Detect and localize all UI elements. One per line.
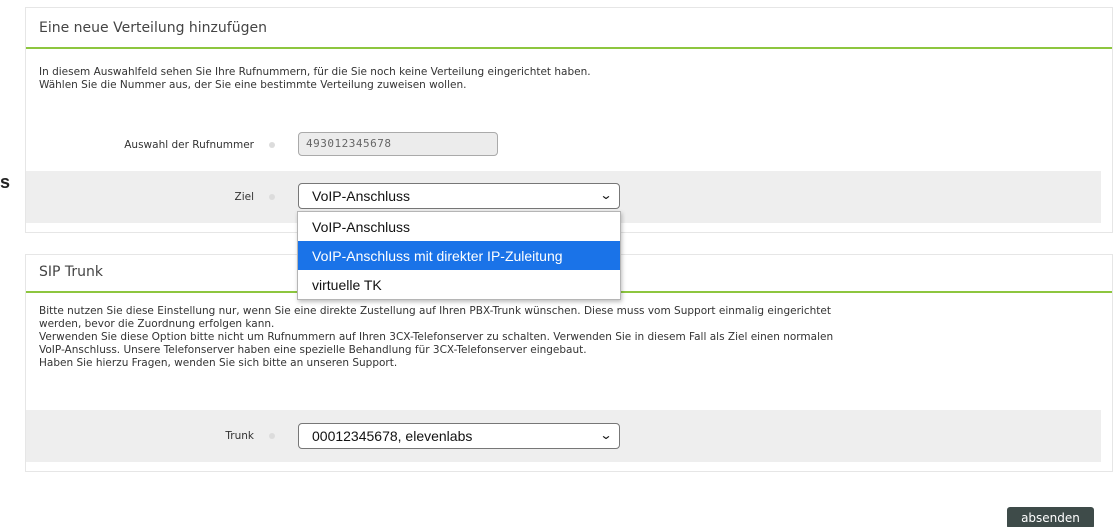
cropped-text-fragment: s <box>0 172 11 192</box>
description-line: VoIP-Anschluss. Unsere Telefonserver hab… <box>39 344 587 356</box>
panel-title-new-distribution: Eine neue Verteilung hinzufügen <box>26 8 1112 49</box>
description-line: werden, bevor die Zuordnung erfolgen kan… <box>39 318 275 330</box>
info-dot-icon <box>269 433 275 439</box>
sip-trunk-description: Bitte nutzen Sie diese Einstellung nur, … <box>26 305 1096 370</box>
trunk-select-value: 00012345678, elevenlabs <box>312 428 473 444</box>
submit-button[interactable]: absenden <box>1007 507 1094 527</box>
description-line: Haben Sie hierzu Fragen, wenden Sie sich… <box>39 357 398 369</box>
trunk-label: Trunk <box>225 430 254 442</box>
info-dot-icon <box>269 142 275 148</box>
dropdown-option-voip-direct-ip[interactable]: VoIP-Anschluss mit direkter IP-Zuleitung <box>298 241 620 270</box>
description-line: In diesem Auswahlfeld sehen Sie Ihre Ruf… <box>39 66 591 78</box>
chevron-down-icon: ⌄ <box>599 428 613 442</box>
trunk-row: Trunk 00012345678, elevenlabs ⌄ <box>26 410 1101 462</box>
new-distribution-panel: Eine neue Verteilung hinzufügen In diese… <box>25 7 1113 233</box>
info-dot-icon <box>269 194 275 200</box>
trunk-select[interactable]: 00012345678, elevenlabs ⌄ <box>298 423 620 449</box>
description-line: Bitte nutzen Sie diese Einstellung nur, … <box>39 305 831 317</box>
target-dropdown-list: VoIP-Anschluss VoIP-Anschluss mit direkt… <box>297 211 621 300</box>
number-readonly-field: 493012345678 <box>298 132 498 156</box>
chevron-down-icon: ⌄ <box>599 188 613 202</box>
dropdown-option-voip[interactable]: VoIP-Anschluss <box>298 212 620 241</box>
dropdown-option-virtual-tk[interactable]: virtuelle TK <box>298 270 620 299</box>
number-label: Auswahl der Rufnummer <box>124 139 254 151</box>
target-select-value: VoIP-Anschluss <box>312 188 411 204</box>
description-line: Verwenden Sie diese Option bitte nicht u… <box>39 331 834 343</box>
number-row: Auswahl der Rufnummer 493012345678 <box>26 119 1101 171</box>
new-distribution-description: In diesem Auswahlfeld sehen Sie Ihre Ruf… <box>26 66 604 92</box>
target-label: Ziel <box>234 191 255 203</box>
target-select[interactable]: VoIP-Anschluss ⌄ <box>298 183 620 209</box>
description-line: Wählen Sie die Nummer aus, der Sie eine … <box>39 79 467 91</box>
